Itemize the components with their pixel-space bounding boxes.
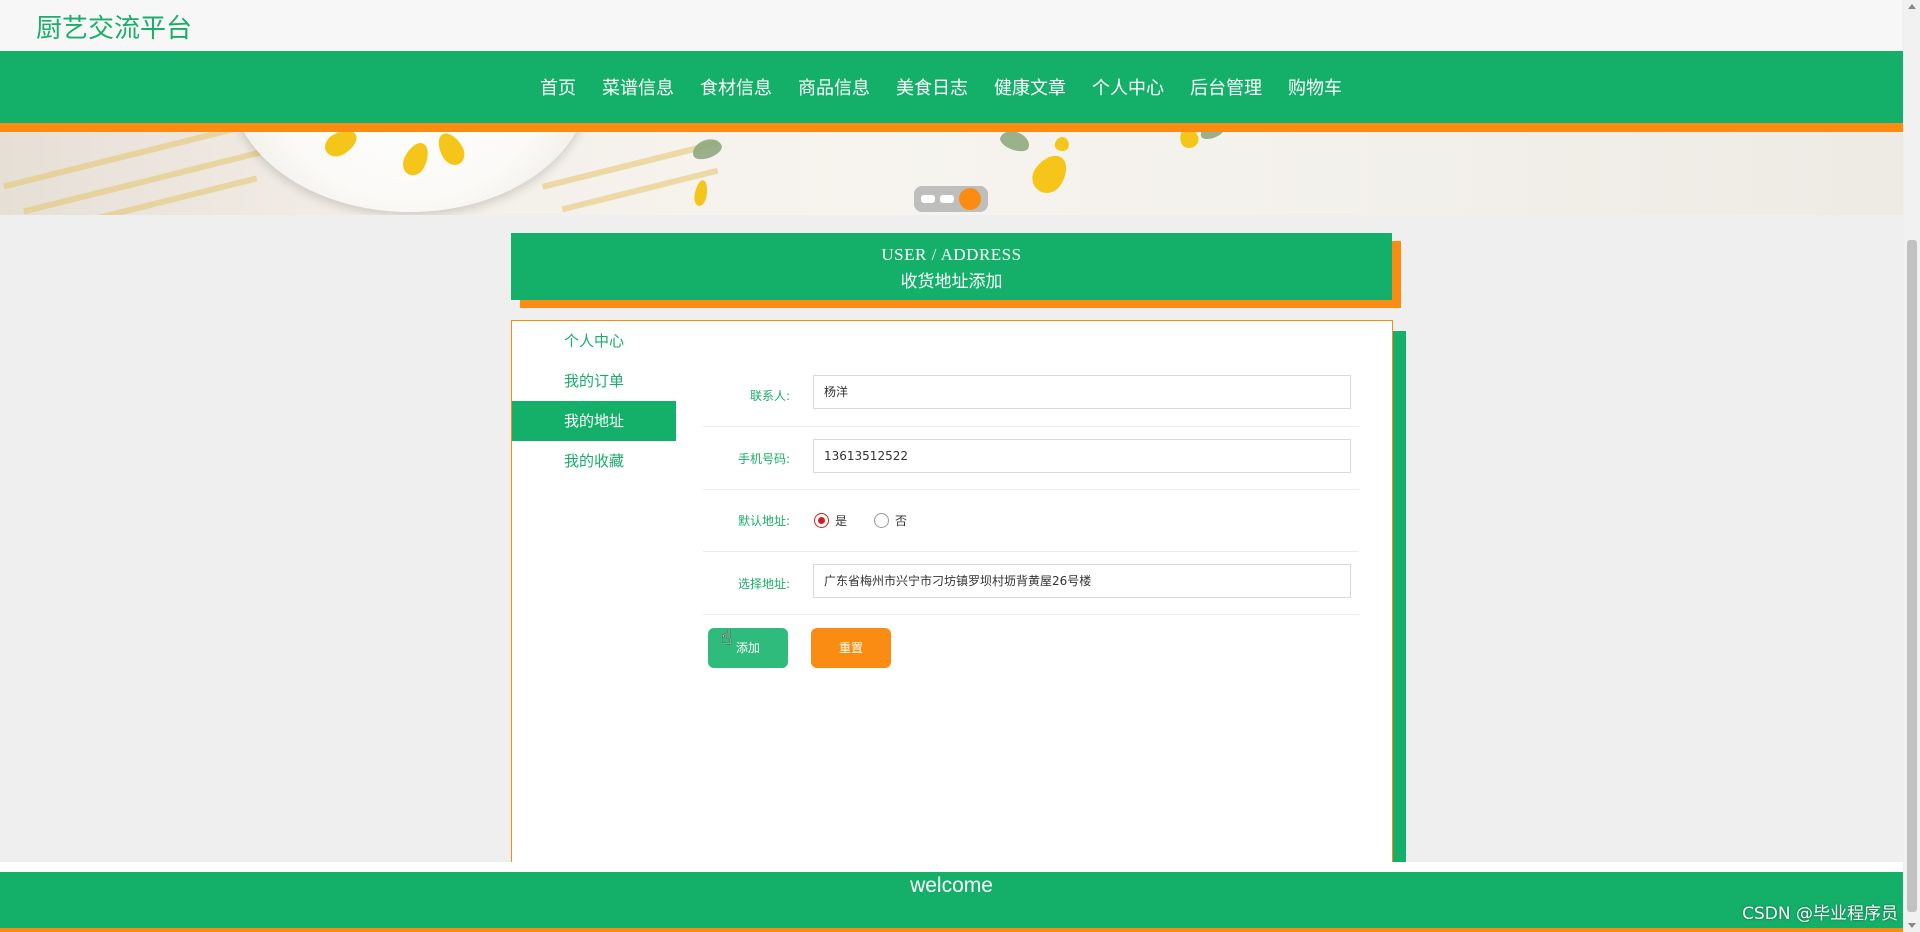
address-form-panel: 联系人: 杨洋 手机号码: 13613512522 默认地址: 是 否 选择地址… — [676, 320, 1393, 864]
section-header: USER / ADDRESS 收货地址添加 — [511, 233, 1392, 300]
nav-item-admin[interactable]: 后台管理 — [1177, 74, 1275, 100]
default-yes-radio[interactable] — [814, 513, 829, 528]
form-row-default: 默认地址: 是 否 — [703, 490, 1359, 552]
carousel-indicators — [914, 186, 988, 212]
nav-item-food-diary[interactable]: 美食日志 — [883, 74, 981, 100]
watermark: CSDN @毕业程序员 — [1742, 904, 1898, 924]
nav-item-products[interactable]: 商品信息 — [785, 74, 883, 100]
panel-shadow — [1393, 331, 1406, 862]
nav-item-home[interactable]: 首页 — [527, 74, 589, 100]
address-label: 选择地址: — [737, 577, 790, 591]
banner-decor — [689, 135, 725, 163]
sidebar-item-my-favorites[interactable]: 我的收藏 — [512, 441, 676, 481]
banner-decor — [1177, 132, 1201, 151]
banner-decor — [1053, 135, 1071, 153]
user-sidebar: 个人中心 我的订单 我的地址 我的收藏 — [511, 320, 677, 864]
form-row-address: 选择地址: 广东省梅州市兴宁市刁坊镇罗坝村坜背黄屋26号楼 — [703, 552, 1359, 615]
nav-item-ingredients[interactable]: 食材信息 — [687, 74, 785, 100]
phone-label: 手机号码: — [737, 452, 790, 466]
banner-decor — [541, 140, 719, 190]
carousel-dot-1[interactable] — [921, 195, 935, 203]
site-title[interactable]: 厨艺交流平台 — [36, 8, 192, 45]
reset-button[interactable]: 重置 — [811, 628, 891, 668]
banner-decor — [1198, 132, 1226, 142]
nav-accent-strip — [0, 123, 1903, 132]
section-title-en: USER / ADDRESS — [881, 245, 1022, 264]
main-nav: 首页 菜谱信息 食材信息 商品信息 美食日志 健康文章 个人中心 后台管理 购物… — [0, 51, 1903, 123]
scroll-down-icon[interactable] — [1908, 923, 1916, 928]
nav-item-cart[interactable]: 购物车 — [1275, 74, 1355, 100]
footer-welcome: welcome — [910, 874, 993, 897]
pointer-cursor-icon: ☝ — [720, 625, 733, 649]
contact-label: 联系人: — [749, 389, 790, 403]
form-row-contact: 联系人: 杨洋 — [703, 364, 1359, 427]
default-no-label[interactable]: 否 — [895, 512, 907, 529]
carousel-dot-2[interactable] — [940, 195, 954, 203]
contact-input[interactable]: 杨洋 — [813, 375, 1351, 409]
phone-input[interactable]: 13613512522 — [813, 439, 1351, 473]
default-no-radio[interactable] — [874, 513, 889, 528]
default-yes-label[interactable]: 是 — [835, 512, 847, 529]
default-address-label: 默认地址: — [737, 514, 790, 528]
page-scrollbar[interactable] — [1904, 0, 1920, 932]
nav-item-recipes[interactable]: 菜谱信息 — [589, 74, 687, 100]
sidebar-item-user-center[interactable]: 个人中心 — [512, 321, 676, 361]
sidebar-item-my-address[interactable]: 我的地址 — [512, 401, 676, 441]
banner-decor — [1026, 149, 1074, 199]
sidebar-item-my-orders[interactable]: 我的订单 — [512, 361, 676, 401]
nav-item-health-articles[interactable]: 健康文章 — [981, 74, 1079, 100]
top-bar: 厨艺交流平台 — [0, 0, 1902, 51]
nav-items: 首页 菜谱信息 食材信息 商品信息 美食日志 健康文章 个人中心 后台管理 购物… — [527, 51, 1355, 123]
carousel-dot-3[interactable] — [959, 188, 981, 210]
footer-spacer — [0, 862, 1903, 872]
nav-item-user-center[interactable]: 个人中心 — [1079, 74, 1177, 100]
scroll-up-icon[interactable] — [1908, 4, 1916, 9]
banner-decor — [997, 132, 1033, 155]
footer-accent-strip — [0, 928, 1903, 932]
scroll-thumb[interactable] — [1907, 240, 1917, 912]
section-title-cn: 收货地址添加 — [900, 272, 1003, 292]
banner-decor — [692, 179, 710, 207]
address-select[interactable]: 广东省梅州市兴宁市刁坊镇罗坝村坜背黄屋26号楼 — [813, 564, 1351, 598]
form-row-phone: 手机号码: 13613512522 — [703, 427, 1359, 490]
